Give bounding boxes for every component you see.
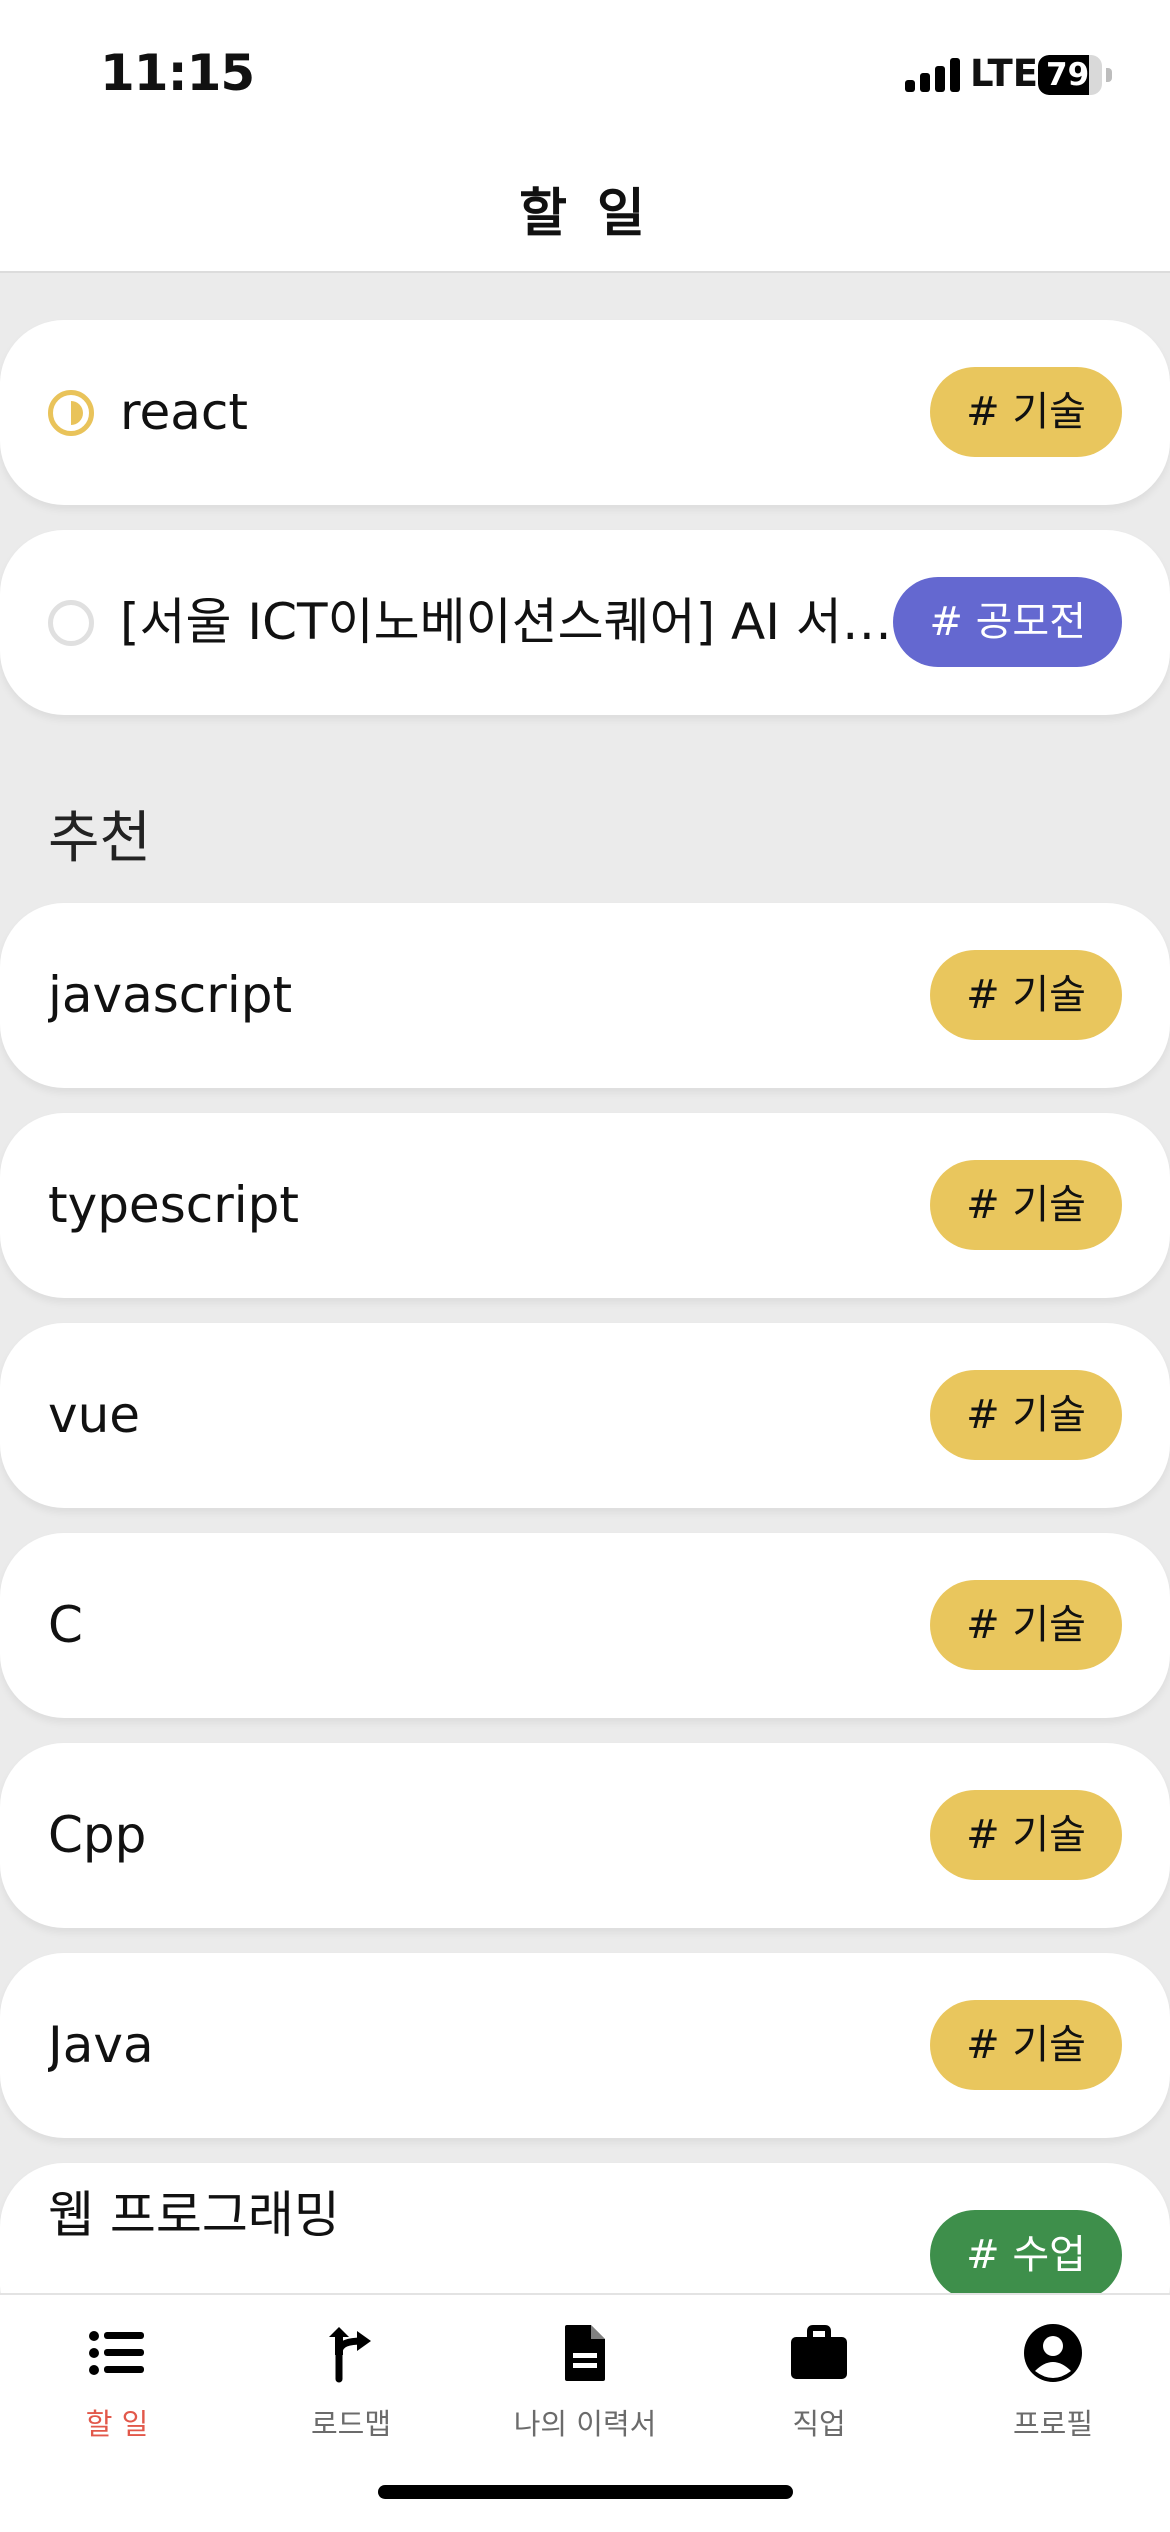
tag-badge: # 기술 [930, 1160, 1122, 1250]
recommend-card[interactable]: typescript # 기술 [0, 1113, 1170, 1298]
briefcase-icon [791, 2325, 847, 2379]
tab-job[interactable]: 직업 [702, 2295, 936, 2455]
tab-label: 할 일 [85, 2407, 149, 2441]
todo-title: [서울 ICT이노베이션스퀘어] AI 서비스 [120, 593, 900, 651]
roadmap-arrow-icon [329, 2327, 371, 2383]
list-icon [89, 2331, 144, 2375]
tab-todo[interactable]: 할 일 [0, 2295, 234, 2455]
recommend-card[interactable]: javascript # 기술 [0, 903, 1170, 1088]
tag-badge: # 기술 [930, 950, 1122, 1040]
recommend-card[interactable]: vue # 기술 [0, 1323, 1170, 1508]
todo-card-react[interactable]: react # 기술 [0, 320, 1170, 505]
recommend-section-title: 추천 [48, 806, 152, 871]
recommend-title: typescript [48, 1176, 300, 1234]
home-indicator[interactable] [378, 2485, 793, 2499]
recommend-title: vue [48, 1386, 141, 1444]
recommend-title: javascript [48, 966, 293, 1024]
recommend-card[interactable]: Java # 기술 [0, 1953, 1170, 2138]
tab-profile[interactable]: 프로필 [936, 2295, 1170, 2455]
tab-roadmap[interactable]: 로드맵 [234, 2295, 468, 2455]
todo-screen: 11:15 LTE 79 할 일 react # 기술 [서울 ICT이노베이션… [0, 0, 1170, 2532]
todo-card-contest[interactable]: [서울 ICT이노베이션스퀘어] AI 서비스 # 공모전 [0, 530, 1170, 715]
tab-resume[interactable]: 나의 이력서 [468, 2295, 702, 2455]
recommend-title: C [48, 1596, 83, 1654]
battery-nub [1106, 68, 1112, 82]
battery-level: 79 [1046, 57, 1090, 93]
status-time: 11:15 [100, 44, 255, 102]
tag-badge: # 기술 [930, 1580, 1122, 1670]
tag-badge: # 공모전 [893, 577, 1122, 667]
recommend-title: 웹 프로그래밍 [48, 2186, 340, 2244]
tag-badge: # 기술 [930, 367, 1122, 457]
network-type: LTE [970, 52, 1038, 95]
tab-label: 나의 이력서 [513, 2407, 657, 2441]
battery-icon: 79 [1038, 55, 1102, 95]
recommend-card[interactable]: Cpp # 기술 [0, 1743, 1170, 1928]
tab-label: 직업 [792, 2407, 846, 2441]
in-progress-status-icon[interactable] [48, 390, 94, 436]
recommend-title: Java [48, 2016, 154, 2074]
tab-label: 프로필 [1012, 2407, 1094, 2441]
header: 할 일 [0, 135, 1170, 273]
page-title: 할 일 [519, 184, 651, 244]
tag-badge: # 기술 [930, 1370, 1122, 1460]
document-icon [565, 2325, 605, 2381]
recommend-card[interactable]: C # 기술 [0, 1533, 1170, 1718]
recommend-title: Cpp [48, 1806, 147, 1864]
todo-title: react [120, 383, 248, 441]
tag-badge: # 기술 [930, 2000, 1122, 2090]
not-started-status-icon[interactable] [48, 600, 94, 646]
status-bar: 11:15 LTE 79 [0, 0, 1170, 135]
tag-badge: # 기술 [930, 1790, 1122, 1880]
tag-badge: # 수업 [930, 2210, 1122, 2300]
profile-icon [1024, 2324, 1082, 2382]
signal-icon [905, 58, 961, 92]
tab-label: 로드맵 [310, 2407, 392, 2441]
